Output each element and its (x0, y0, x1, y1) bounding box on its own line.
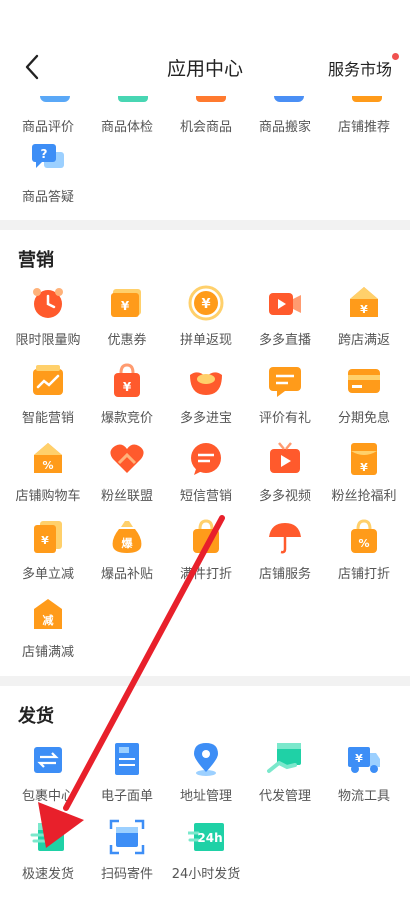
app-item-coupon[interactable]: ¥ 优惠券 (87, 285, 167, 363)
review-gift-icon (269, 367, 301, 397)
app-item-label: 粉丝抢福利 (331, 489, 397, 504)
app-item-store-cart[interactable]: % 店铺购物车 (8, 441, 88, 519)
app-item-store-service[interactable]: 店铺服务 (245, 519, 325, 597)
svg-text:¥: ¥ (123, 380, 132, 394)
app-item-bulk-discount[interactable]: 满件打折 (166, 519, 246, 597)
app-item-scan[interactable]: 扫码寄件 (87, 819, 167, 897)
bidding-icon: ¥ (114, 363, 140, 397)
section-title-shipping: 发货 (18, 706, 54, 727)
truck-icon: ¥ (348, 747, 380, 773)
coupon-icon: ¥ (111, 289, 141, 317)
location-pin-icon (194, 743, 218, 776)
svg-text:¥: ¥ (41, 534, 49, 547)
app-item-label: 物流工具 (337, 789, 390, 804)
svg-text:%: % (358, 537, 369, 550)
app-item-fast-ship[interactable]: 极速发货 (8, 819, 88, 897)
scan-icon (109, 819, 145, 855)
app-item-waybill[interactable]: 电子面单 (87, 741, 167, 819)
svg-text:24h: 24h (197, 831, 222, 845)
app-item-flash-sale[interactable]: 限时限量购 (8, 285, 88, 363)
app-item-bidding[interactable]: ¥ 爆款竞价 (87, 363, 167, 441)
app-item-subsidy[interactable]: 爆 爆品补贴 (87, 519, 167, 597)
service-market-link[interactable]: 服务市场 (327, 53, 399, 80)
cross-store-icon: ¥ (350, 287, 378, 317)
app-item-video[interactable]: 多多视频 (245, 441, 325, 519)
package-center-icon (34, 747, 62, 773)
app-item-label: 跨店满返 (337, 333, 390, 348)
app-item-sms[interactable]: 短信营销 (166, 441, 246, 519)
svg-text:¥: ¥ (360, 461, 368, 474)
app-item-label: 店铺满减 (21, 645, 74, 660)
svg-text:?: ? (41, 147, 48, 161)
waybill-icon (115, 743, 139, 775)
app-item-installment[interactable]: 分期免息 (324, 363, 404, 441)
app-item-fan-alliance[interactable]: 粉丝联盟 (87, 441, 167, 519)
app-item-24h[interactable]: 24h 24小时发货 (166, 819, 246, 897)
dropship-icon (267, 743, 301, 773)
treasure-icon (190, 372, 222, 395)
alarm-clock-icon (33, 288, 63, 318)
svg-text:减: 减 (43, 613, 54, 627)
24h-icon: 24h (188, 823, 224, 851)
svg-text:¥: ¥ (201, 297, 210, 312)
fan-heart-icon (110, 444, 144, 473)
app-item-treasure[interactable]: 多多进宝 (166, 363, 246, 441)
app-item-multi-discount[interactable]: ¥ 多单立减 (8, 519, 88, 597)
svg-text:%: % (42, 459, 53, 472)
app-item-cashback[interactable]: ¥ 拼单返现 (166, 285, 246, 363)
installment-icon (348, 369, 380, 393)
smart-marketing-icon (33, 365, 63, 395)
app-item-store-reduce[interactable]: 减 店铺满减 (8, 597, 88, 675)
app-item-review-gift[interactable]: 评价有礼 (245, 363, 325, 441)
live-icon (269, 293, 301, 315)
multi-discount-icon: ¥ (34, 521, 62, 553)
store-reduce-icon: 减 (34, 599, 62, 629)
app-item-smart-marketing[interactable]: 智能营销 (8, 363, 88, 441)
sms-icon (191, 443, 221, 475)
app-item-cross-store[interactable]: ¥ 跨店满返 (324, 285, 404, 363)
section-divider (0, 220, 410, 230)
bulk-discount-icon (193, 519, 219, 553)
service-market-label: 服务市场 (327, 60, 392, 79)
app-item-address[interactable]: 地址管理 (166, 741, 246, 819)
notification-dot (392, 53, 399, 60)
cashback-icon: ¥ (188, 285, 224, 321)
app-item-live[interactable]: 多多直播 (245, 285, 325, 363)
store-discount-icon: % (351, 519, 377, 553)
fast-ship-icon (30, 823, 64, 851)
app-item-label: 分期免息 (337, 411, 390, 426)
app-item-label: 店铺推荐 (337, 120, 390, 135)
svg-text:¥: ¥ (360, 303, 368, 316)
app-item-package-center[interactable]: 包裹中心 (8, 741, 88, 819)
app-header: 应用中心 服务市场 (0, 40, 410, 96)
svg-text:爆: 爆 (122, 536, 134, 550)
app-item-logistics[interactable]: ¥ 物流工具 (324, 741, 404, 819)
svg-text:¥: ¥ (355, 752, 363, 765)
qa-icon: ? (32, 144, 64, 168)
section-divider (0, 676, 410, 686)
app-item-fan-welfare[interactable]: ¥ 粉丝抢福利 (324, 441, 404, 519)
app-item-label: 商品答疑 (21, 190, 74, 205)
umbrella-icon (269, 523, 301, 554)
store-cart-icon: % (34, 443, 62, 473)
subsidy-bag-icon: 爆 (112, 521, 142, 553)
app-item-store-discount[interactable]: % 店铺打折 (324, 519, 404, 597)
section-title-marketing: 营销 (18, 250, 54, 271)
svg-text:¥: ¥ (121, 299, 130, 313)
app-item-qa[interactable]: ? 商品答疑 (8, 142, 88, 220)
app-item-dropship[interactable]: 代发管理 (245, 741, 325, 819)
video-icon (270, 442, 300, 473)
fan-welfare-icon: ¥ (351, 443, 377, 475)
app-item-label: 店铺打折 (337, 567, 390, 582)
app-item-label: 24小时发货 (171, 867, 241, 882)
